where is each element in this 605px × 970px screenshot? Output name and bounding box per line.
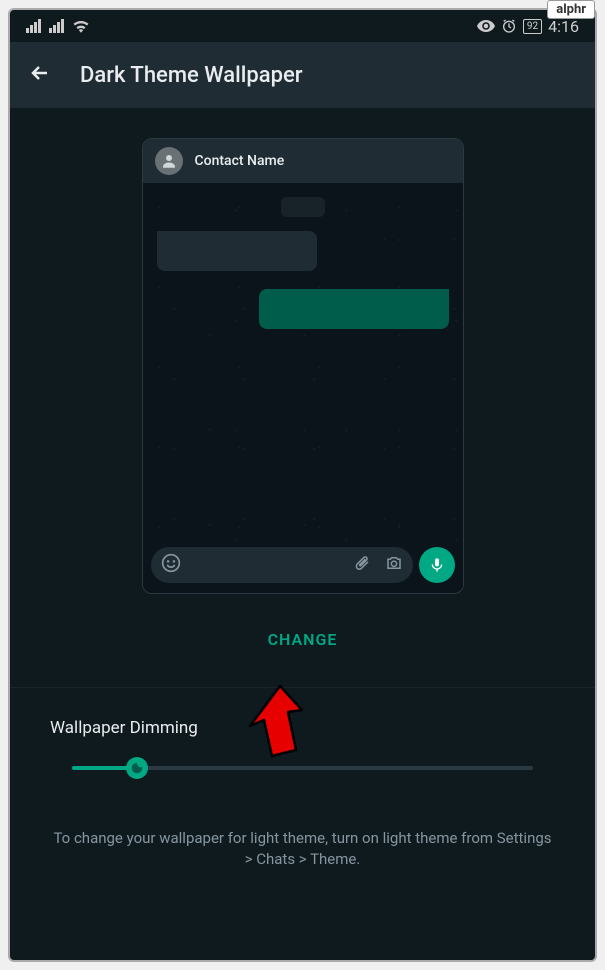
- dimming-section: Wallpaper Dimming: [10, 718, 595, 770]
- signal-icon-1: [26, 19, 41, 33]
- content-area: Contact Name: [10, 108, 595, 870]
- page-title: Dark Theme Wallpaper: [80, 63, 303, 88]
- mic-button: [419, 547, 455, 583]
- dimming-label: Wallpaper Dimming: [50, 718, 555, 738]
- status-time: 4:16: [548, 17, 579, 36]
- message-input: [151, 547, 413, 583]
- emoji-icon: [161, 553, 181, 578]
- dimming-slider[interactable]: [72, 766, 533, 770]
- attachment-icon: [353, 554, 371, 576]
- avatar-icon: [155, 147, 183, 175]
- signal-icon-2: [49, 19, 64, 33]
- eye-icon: [477, 19, 495, 33]
- battery-indicator: 92: [523, 19, 542, 34]
- change-button[interactable]: CHANGE: [10, 620, 595, 659]
- date-pill: [281, 197, 325, 217]
- chat-body: [143, 183, 463, 545]
- camera-icon: [385, 554, 403, 576]
- wallpaper-preview-container: Contact Name: [10, 128, 595, 620]
- incoming-message-bubble: [157, 231, 317, 271]
- slider-thumb[interactable]: [126, 757, 148, 779]
- footer-hint: To change your wallpaper for light theme…: [10, 828, 595, 870]
- outgoing-message-bubble: [259, 289, 449, 329]
- wifi-icon: [72, 19, 90, 33]
- device-frame: 92 4:16 Dark Theme Wallpaper Contact Nam…: [8, 8, 597, 962]
- chat-preview: Contact Name: [142, 138, 464, 594]
- status-bar: 92 4:16: [10, 10, 595, 42]
- status-right: 92 4:16: [477, 17, 579, 36]
- alarm-icon: [501, 18, 517, 34]
- app-header: Dark Theme Wallpaper: [10, 42, 595, 108]
- chat-preview-header: Contact Name: [143, 139, 463, 183]
- divider: [10, 687, 595, 688]
- status-left: [26, 19, 90, 33]
- watermark-badge: alphr: [547, 0, 595, 19]
- contact-name: Contact Name: [195, 153, 285, 169]
- chat-input-bar: [143, 545, 463, 593]
- back-button[interactable]: [28, 61, 52, 89]
